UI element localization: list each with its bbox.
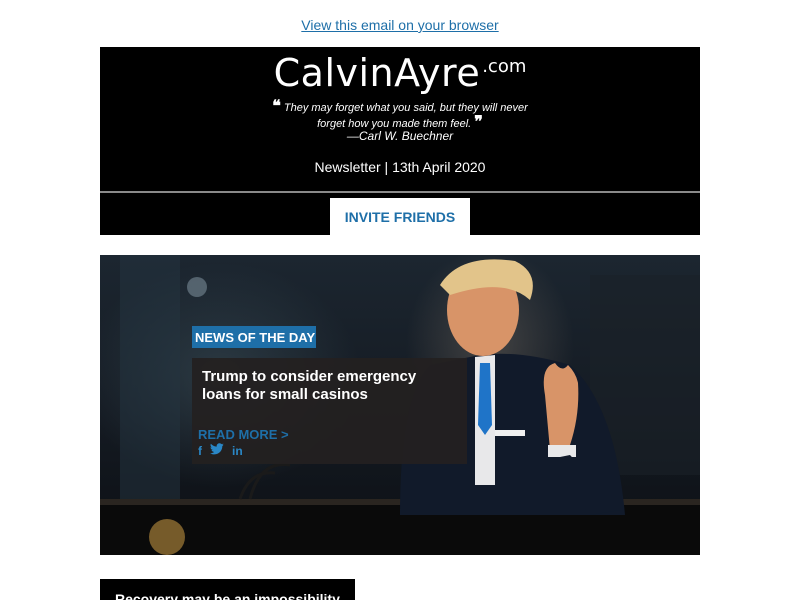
open-quote-icon: ❝ <box>272 96 281 115</box>
logo-main-text: CalvinAyre <box>273 51 481 95</box>
feature-news-box: Trump to consider emergency loans for sm… <box>192 358 467 464</box>
news-of-the-day-badge: NEWS OF THE DAY <box>192 326 316 348</box>
social-share-links: f in <box>198 443 243 458</box>
view-in-browser-link[interactable]: View this email on your browser <box>0 17 800 33</box>
invite-friends-button[interactable]: INVITE FRIENDS <box>330 198 470 235</box>
linkedin-icon[interactable]: in <box>232 444 243 458</box>
second-article-title[interactable]: Recovery may be an impossibility <box>115 591 340 600</box>
second-article-card[interactable]: Recovery may be an impossibility <box>100 579 355 600</box>
twitter-icon[interactable] <box>210 443 224 458</box>
invite-bar: INVITE FRIENDS <box>100 193 700 235</box>
quote-author: —Carl W. Buechner <box>346 129 454 143</box>
read-more-link[interactable]: READ MORE > <box>198 427 289 442</box>
quote-text: They may forget what you said, but they … <box>283 102 528 130</box>
calvinayre-logo[interactable]: CalvinAyre .com <box>100 51 700 95</box>
newsletter-header: CalvinAyre .com ❝ They may forget what yo… <box>100 47 700 191</box>
twitter-bird-glyph <box>210 443 224 455</box>
quote: ❝ They may forget what you said, but the… <box>265 96 535 131</box>
newsletter-date: Newsletter | 13th April 2020 <box>314 159 486 175</box>
feature-headline[interactable]: Trump to consider emergency loans for sm… <box>202 368 457 404</box>
facebook-icon[interactable]: f <box>198 444 202 458</box>
logo-tld-text: .com <box>482 56 527 77</box>
